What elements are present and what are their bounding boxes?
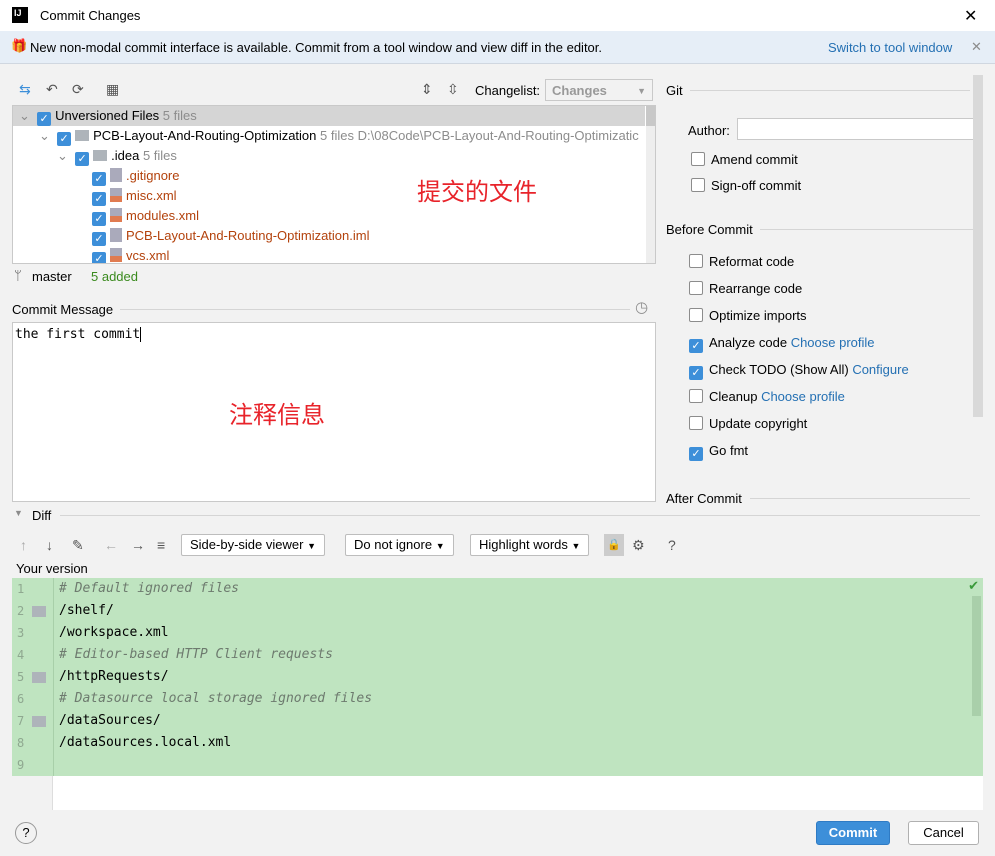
diff-editor[interactable]: ✔ 1 # Default ignored files 2/shelf/3/work… (12, 578, 983, 776)
tree-file[interactable]: ✓ modules.xml (13, 206, 645, 226)
refresh-icon[interactable]: ⟳ (72, 81, 84, 98)
diff-line: 1 # Default ignored files (17, 581, 240, 596)
group-by-icon[interactable]: ▦ (106, 81, 119, 98)
before-commit-option[interactable]: ✓ Go fmt (689, 441, 748, 461)
branch-name[interactable]: master (32, 269, 72, 284)
commit-button[interactable]: Commit (816, 821, 890, 845)
branch-icon: ᛘ (14, 268, 22, 283)
before-commit-option[interactable]: Rearrange code (689, 279, 802, 299)
before-commit-title: Before Commit (666, 222, 753, 237)
help-button[interactable]: ? (15, 822, 37, 844)
option-link[interactable]: Choose profile (761, 389, 845, 404)
before-commit-option[interactable]: Update copyright (689, 414, 807, 434)
changelist-select[interactable]: Changes ▼ (545, 79, 653, 101)
previous-file-icon[interactable]: ← (104, 537, 118, 553)
collapse-diff-icon[interactable]: ▼ (14, 508, 23, 518)
gift-icon: 🎁 (11, 38, 28, 53)
gear-icon[interactable]: ⚙ (632, 537, 645, 554)
expand-all-icon[interactable]: ⇕ (421, 81, 433, 98)
before-commit-option[interactable]: Cleanup Choose profile (689, 387, 845, 407)
your-version-label: Your version (16, 561, 88, 576)
next-difference-icon[interactable]: ↓ (46, 537, 53, 553)
folder-icon (32, 606, 46, 617)
tree-file[interactable]: ✓ vcs.xml (13, 246, 645, 263)
ignore-select[interactable]: Do not ignore ▼ (345, 534, 454, 556)
ignore-file-icon (110, 168, 122, 182)
tree-node-unversioned[interactable]: ⌄ ✓ Unversioned Files 5 files (13, 106, 645, 126)
xml-file-icon (110, 208, 122, 222)
tree-scrollbar[interactable] (646, 106, 655, 263)
intellij-logo-icon: IJ (12, 7, 28, 23)
message-annotation: 注释信息 (229, 402, 325, 429)
banner-text: New non-modal commit interface is availa… (30, 40, 603, 55)
option-link[interactable]: Choose profile (791, 335, 875, 350)
signoff-commit-checkbox[interactable]: Sign-off commit (691, 176, 801, 196)
option-link[interactable]: Configure (852, 362, 908, 377)
after-commit-title: After Commit (666, 491, 742, 506)
list-icon[interactable]: ≡ (157, 537, 165, 553)
before-commit-option[interactable]: ✓ Analyze code Choose profile (689, 333, 875, 353)
folder-icon (32, 716, 46, 727)
banner-close-icon[interactable]: ✕ (971, 39, 982, 55)
history-icon[interactable]: ◷ (635, 298, 648, 316)
options-scrollbar[interactable] (973, 75, 983, 417)
before-commit-option[interactable]: Reformat code (689, 252, 794, 272)
next-file-icon[interactable]: → (131, 537, 145, 553)
cancel-button[interactable]: Cancel (908, 821, 979, 845)
before-commit-option[interactable]: Optimize imports (689, 306, 807, 326)
diff-line: 4 # Editor-based HTTP Client requests (17, 647, 333, 662)
rollback-icon[interactable]: ↶ (46, 81, 58, 98)
diff-line: 9 (17, 758, 25, 772)
diff-section-title: Diff (32, 508, 52, 523)
diff-line: 8/dataSources.local.xml (17, 735, 232, 750)
diff-line: 5/httpRequests/ (17, 669, 169, 684)
close-icon[interactable]: ✕ (964, 6, 977, 26)
tree-file[interactable]: ✓ .gitignore (13, 166, 645, 186)
tree-file[interactable]: ✓ misc.xml (13, 186, 645, 206)
diff-line: 3/workspace.xml (17, 625, 169, 640)
before-commit-option[interactable]: ✓ Check TODO (Show All) Configure (689, 360, 909, 380)
git-section-title: Git (666, 83, 683, 98)
diff-line: 6 # Datasource local storage ignored file… (17, 691, 373, 706)
collapse-all-icon[interactable]: ⇳ (447, 81, 459, 98)
info-banner: 🎁 New non-modal commit interface is avai… (0, 31, 995, 64)
amend-commit-checkbox[interactable]: Amend commit (691, 150, 798, 170)
diff-line: 7/dataSources/ (17, 713, 161, 728)
commit-message-input[interactable]: the first commit 注释信息 (12, 322, 656, 502)
lock-icon[interactable]: 🔒 (604, 534, 624, 556)
switch-to-tool-window-link[interactable]: Switch to tool window (828, 40, 952, 55)
changelist-label: Changelist: (475, 83, 541, 98)
diff-icon[interactable]: ⇆ (19, 81, 31, 98)
window-title: Commit Changes (40, 8, 141, 23)
viewer-select[interactable]: Side-by-side viewer ▼ (181, 534, 325, 556)
previous-difference-icon[interactable]: ↑ (20, 537, 27, 553)
changes-tree: ⌄ ✓ Unversioned Files 5 files ⌄ ✓ PCB-Layo… (12, 105, 656, 264)
author-input[interactable] (737, 118, 977, 140)
folder-icon (32, 672, 46, 683)
author-label: Author: (688, 123, 730, 138)
commit-message-label: Commit Message (12, 302, 114, 317)
xml-file-icon (110, 248, 122, 262)
xml-file-icon (110, 188, 122, 202)
title-bar: IJ Commit Changes ✕ (0, 0, 995, 31)
diff-help-icon[interactable]: ? (668, 537, 676, 553)
tree-node-idea[interactable]: ⌄ ✓ .idea 5 files (13, 146, 645, 166)
tree-node-project[interactable]: ⌄ ✓ PCB-Layout-And-Routing-Optimization 5… (13, 126, 645, 146)
edit-icon[interactable]: ✎ (72, 537, 84, 554)
tree-file[interactable]: ✓ PCB-Layout-And-Routing-Optimization.iml (13, 226, 645, 246)
added-count: 5 added (91, 269, 138, 284)
iml-file-icon (110, 228, 122, 242)
diff-line: 2/shelf/ (17, 603, 114, 618)
highlight-select[interactable]: Highlight words ▼ (470, 534, 590, 556)
files-annotation: 提交的文件 (417, 179, 537, 206)
